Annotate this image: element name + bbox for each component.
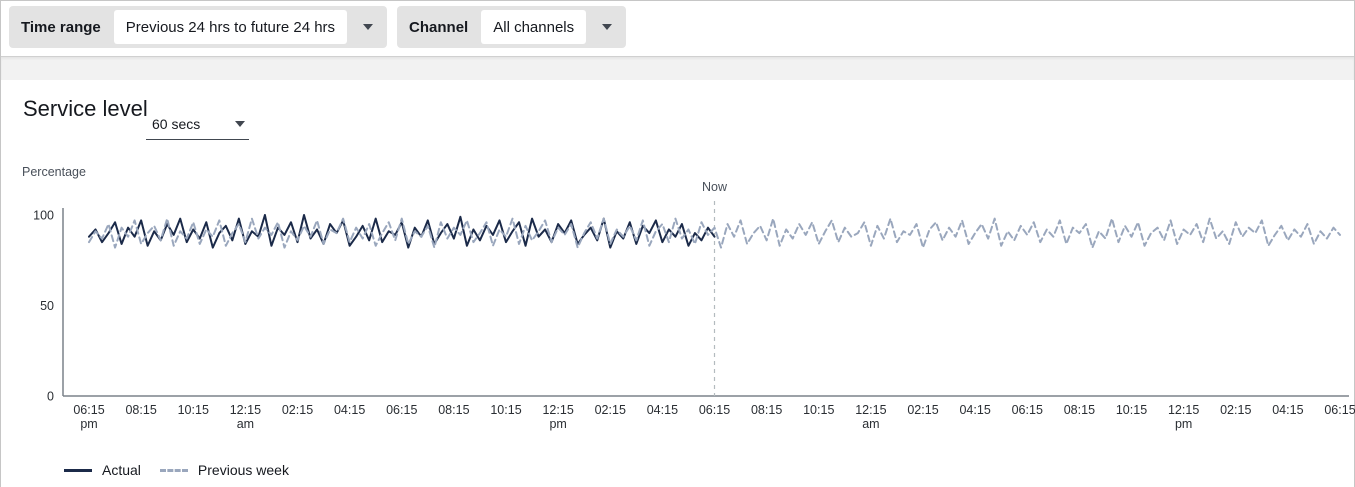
svg-text:pm: pm [80,417,97,431]
svg-text:am: am [862,417,879,431]
svg-text:04:15: 04:15 [959,403,990,417]
svg-text:12:15: 12:15 [230,403,261,417]
svg-text:50: 50 [40,299,54,313]
chevron-down-icon [235,121,245,127]
service-level-dashboard: Time range Previous 24 hrs to future 24 … [0,0,1355,487]
svg-text:08:15: 08:15 [1064,403,1095,417]
time-range-filter: Time range Previous 24 hrs to future 24 … [9,6,387,48]
service-level-panel: Service level 60 secs Percentage 1005000… [1,80,1354,487]
time-range-value: Previous 24 hrs to future 24 hrs [126,19,335,36]
legend-label-previous-week: Previous week [198,462,289,478]
chart-axes [63,208,1349,396]
svg-text:06:15: 06:15 [699,403,730,417]
time-range-label: Time range [21,19,101,36]
svg-text:02:15: 02:15 [282,403,313,417]
svg-text:02:15: 02:15 [907,403,938,417]
svg-text:am: am [237,417,254,431]
svg-text:04:15: 04:15 [1272,403,1303,417]
service-level-chart: 10050006:15pm08:1510:1512:15am02:1504:15… [1,165,1355,440]
channel-filter: Channel All channels [397,6,626,48]
svg-text:08:15: 08:15 [438,403,469,417]
svg-text:10:15: 10:15 [1116,403,1147,417]
svg-text:06:15: 06:15 [1012,403,1043,417]
x-axis-labels: 06:15pm08:1510:1512:15am02:1504:1506:150… [73,403,1355,431]
channel-value: All channels [493,19,574,36]
svg-text:12:15: 12:15 [855,403,886,417]
svg-text:pm: pm [1175,417,1192,431]
chart-legend: Actual Previous week [64,462,308,478]
time-range-select[interactable]: Previous 24 hrs to future 24 hrs [114,10,347,44]
svg-text:08:15: 08:15 [751,403,782,417]
svg-text:Now: Now [702,180,728,194]
now-marker: Now [702,180,728,396]
y-axis-labels: 100 50 0 [33,209,54,404]
page-title: Service level [23,96,148,122]
svg-text:06:15: 06:15 [386,403,417,417]
channel-label: Channel [409,19,468,36]
svg-text:pm: pm [549,417,566,431]
filter-bar: Time range Previous 24 hrs to future 24 … [1,1,1354,56]
threshold-select[interactable]: 60 secs [146,108,249,140]
svg-text:02:15: 02:15 [1220,403,1251,417]
svg-text:12:15: 12:15 [1168,403,1199,417]
svg-text:10:15: 10:15 [178,403,209,417]
legend-item-actual: Actual [64,462,141,478]
legend-item-previous-week: Previous week [160,462,289,478]
actual-line-swatch-icon [64,469,92,472]
svg-text:10:15: 10:15 [490,403,521,417]
svg-text:04:15: 04:15 [647,403,678,417]
previous-week-line-swatch-icon [160,469,188,472]
svg-text:100: 100 [33,209,54,223]
svg-text:06:15: 06:15 [1324,403,1355,417]
svg-text:04:15: 04:15 [334,403,365,417]
chevron-down-icon[interactable] [363,24,373,30]
svg-text:02:15: 02:15 [595,403,626,417]
svg-text:06:15: 06:15 [73,403,104,417]
svg-text:08:15: 08:15 [125,403,156,417]
legend-label-actual: Actual [102,462,141,478]
svg-text:0: 0 [47,390,54,404]
section-divider [1,56,1354,80]
threshold-value: 60 secs [152,116,200,132]
channel-select[interactable]: All channels [481,10,586,44]
chevron-down-icon[interactable] [602,24,612,30]
svg-text:12:15: 12:15 [542,403,573,417]
svg-text:10:15: 10:15 [803,403,834,417]
